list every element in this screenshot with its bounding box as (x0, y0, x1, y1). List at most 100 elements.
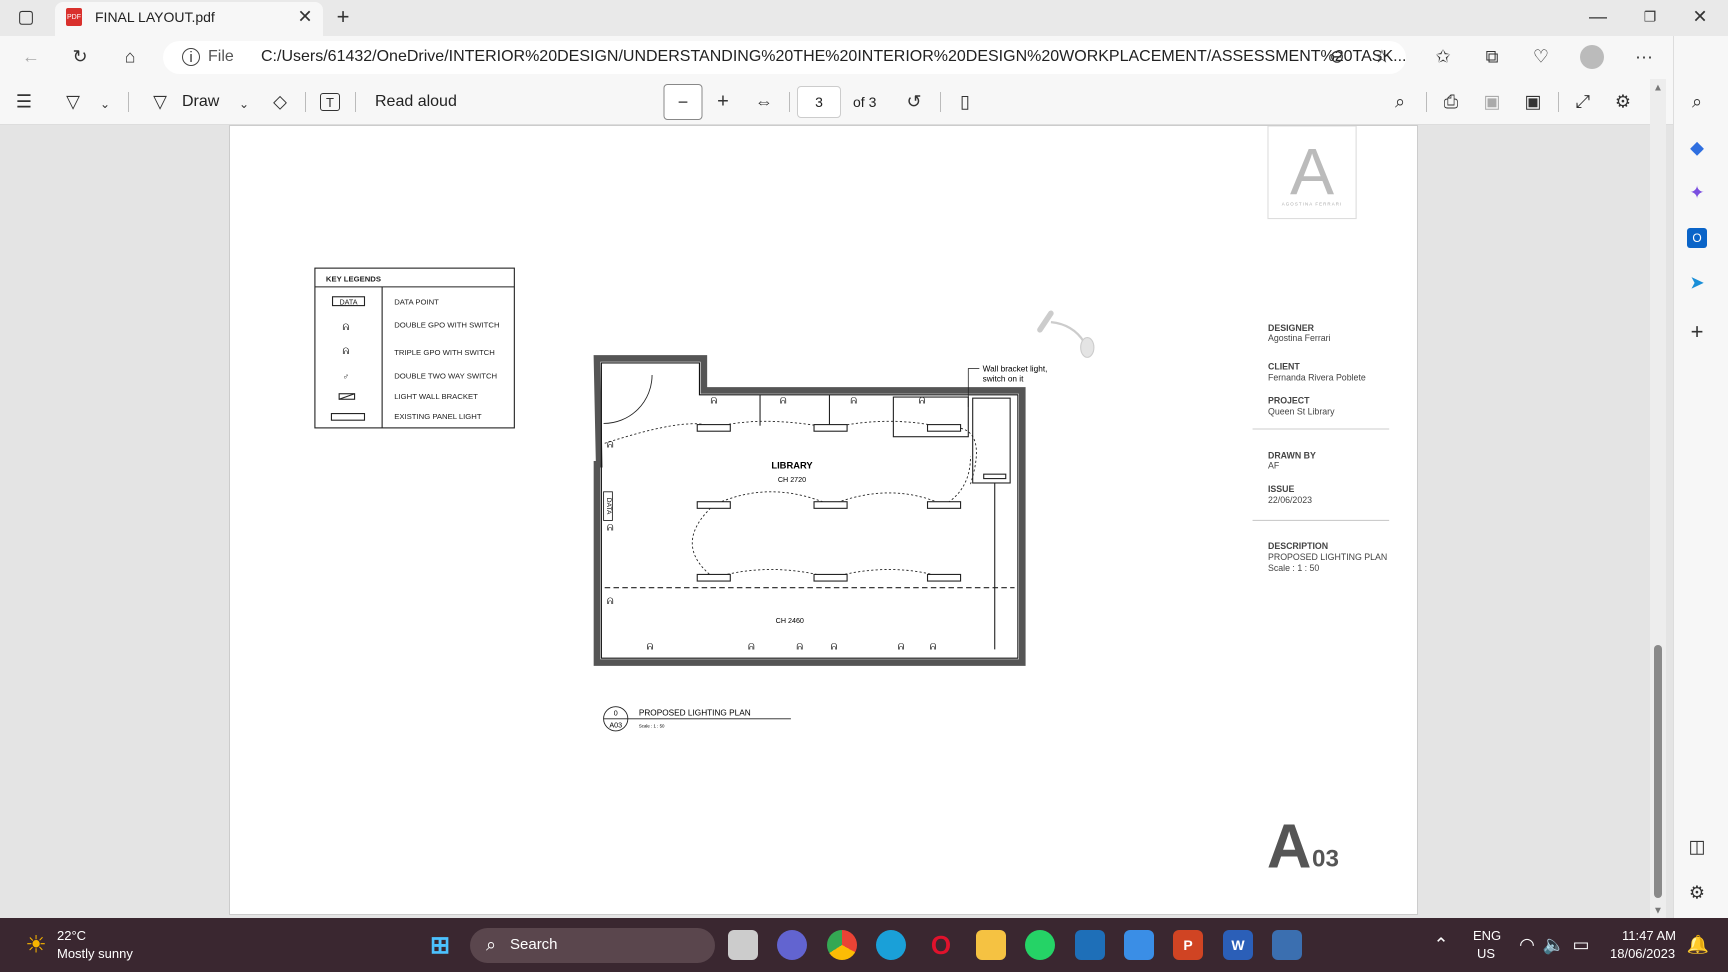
profile-avatar[interactable] (1580, 45, 1604, 69)
draw-icon[interactable]: ▽ (153, 92, 167, 113)
taskbar (0, 918, 1728, 972)
weather-condition[interactable]: Mostly sunny (57, 946, 133, 961)
eraser-icon[interactable]: ◇ (273, 92, 287, 113)
sidebar-search-icon[interactable]: ⌕ (1692, 92, 1702, 113)
page-number-input[interactable]: 3 (797, 86, 841, 118)
battery-icon[interactable]: ▭ (1572, 935, 1589, 956)
scroll-up-icon[interactable]: ▲ (1653, 83, 1663, 94)
notification-bell-icon[interactable]: 🔔 (1687, 935, 1709, 956)
save-as-icon[interactable]: ▣ (1524, 92, 1541, 113)
clock-date[interactable]: 18/06/2023 (1610, 946, 1675, 961)
read-aloud-button[interactable]: Read aloud (375, 93, 457, 111)
scroll-down-icon[interactable]: ▼ (1653, 906, 1663, 917)
pdf-page: A AGOSTINA FERRARI KEY LEGENDS DATA ᕱ ᕱ … (229, 125, 1418, 915)
svg-text:ᕱ: ᕱ (607, 522, 614, 532)
tab-title: FINAL LAYOUT.pdf (95, 9, 215, 25)
floor-plan (593, 355, 1026, 666)
weather-sun-icon[interactable]: ☀ (25, 931, 47, 960)
add-sidebar-app-icon[interactable]: + (1691, 319, 1704, 345)
more-icon[interactable]: ··· (1635, 47, 1653, 68)
back-icon[interactable]: ← (22, 47, 40, 68)
whatsapp-icon[interactable] (1025, 930, 1055, 960)
windows-start-icon[interactable]: ⊞ (425, 930, 455, 960)
paint-icon[interactable] (1124, 930, 1154, 960)
hide-sidebar-icon[interactable]: ◫ (1688, 837, 1705, 858)
taskbar-search[interactable] (470, 928, 715, 963)
legend-item: DATA POINT (394, 297, 439, 306)
highlight-chevron-icon[interactable]: ⌄ (100, 97, 110, 111)
weather-temp[interactable]: 22°C (57, 928, 86, 943)
new-tab-icon[interactable]: + (337, 4, 350, 30)
collections-icon[interactable]: ⧉ (1486, 47, 1499, 68)
word-icon[interactable]: W (1223, 930, 1253, 960)
draw-chevron-icon[interactable]: ⌄ (239, 97, 249, 111)
favorite-star-icon[interactable]: ☆ (1374, 47, 1390, 68)
info-icon[interactable]: i (182, 48, 200, 66)
wall-lamp-image (1037, 310, 1095, 358)
outlook-icon[interactable]: O (1687, 228, 1707, 248)
clock-time[interactable]: 11:47 AM (1622, 928, 1676, 943)
rotate-icon[interactable]: ↺ (906, 92, 921, 113)
favorites-icon[interactable]: ✩ (1435, 47, 1450, 68)
language-primary[interactable]: ENG (1473, 928, 1501, 943)
tab-actions-icon[interactable]: ▢ (17, 7, 34, 28)
description-scale: Scale : 1 : 50 (1268, 563, 1319, 573)
issue-value: 22/06/2023 (1268, 495, 1312, 505)
drawing-title: 0 A03 PROPOSED LIGHTING PLAN Scale : 1 :… (603, 706, 791, 732)
highlight-icon[interactable]: ▽ (66, 92, 80, 113)
refresh-icon[interactable]: ↻ (72, 47, 87, 68)
send-icon[interactable]: ➤ (1689, 273, 1704, 294)
drawing-scale: Scale : 1 : 50 (639, 724, 665, 729)
opera-icon[interactable]: O (926, 930, 956, 960)
text-box-icon[interactable]: T (320, 93, 340, 111)
edge-icon[interactable] (876, 930, 906, 960)
powerpoint-icon[interactable]: P (1173, 930, 1203, 960)
task-view-icon[interactable] (728, 930, 758, 960)
show-hidden-icons[interactable]: ⌃ (1433, 935, 1448, 956)
zoom-in-button[interactable]: + (717, 91, 729, 114)
home-icon[interactable]: ⌂ (125, 47, 136, 68)
logo-letter: A (1290, 135, 1334, 209)
contents-list-icon[interactable]: ☰ (16, 92, 32, 113)
svg-text:ᕱ: ᕱ (919, 396, 926, 406)
close-tab-icon[interactable]: ✕ (297, 7, 312, 28)
search-icon[interactable]: ⌕ (1395, 92, 1405, 113)
panel-light-icon (330, 413, 366, 421)
print-icon[interactable]: ⎙ (1444, 92, 1458, 113)
fit-to-width-icon[interactable]: ⇔ (755, 92, 773, 113)
divider (789, 92, 790, 112)
client-value: Fernanda Rivera Poblete (1268, 373, 1366, 383)
restore-icon[interactable]: ❐ (1644, 9, 1657, 26)
settings-icon[interactable]: ⚙ (1615, 92, 1631, 113)
close-window-icon[interactable]: ✕ (1692, 7, 1707, 28)
copilot-tools-icon[interactable]: ✦ (1689, 183, 1704, 204)
minimize-icon[interactable]: — (1589, 7, 1607, 28)
sidebar-settings-icon[interactable]: ⚙ (1689, 883, 1705, 904)
legend-item: DOUBLE TWO WAY SWITCH (394, 371, 497, 380)
draw-button[interactable]: Draw (182, 93, 219, 111)
page-view-icon[interactable]: ▯ (960, 92, 970, 113)
project-value: Queen St Library (1268, 407, 1335, 417)
layout-app-icon[interactable] (1272, 930, 1302, 960)
fullscreen-icon[interactable]: ⤢ (1576, 92, 1590, 113)
url-text[interactable]: C:/Users/61432/OneDrive/INTERIOR%20DESIG… (261, 48, 1406, 66)
drawing-sheet: A03 (609, 722, 622, 730)
language-secondary[interactable]: US (1477, 946, 1495, 961)
svg-text:ᕱ: ᕱ (607, 596, 614, 606)
sketchup-icon[interactable] (1075, 930, 1105, 960)
volume-icon[interactable]: 🔈 (1543, 935, 1565, 956)
wifi-icon[interactable]: ◠ (1519, 935, 1535, 956)
shopping-tag-icon[interactable]: ◆ (1690, 138, 1704, 159)
double-gpo-icon: ᕱ (342, 322, 349, 332)
teams-chat-icon[interactable] (777, 930, 807, 960)
save-icon[interactable]: ▣ (1483, 92, 1500, 113)
scrollbar-thumb[interactable] (1654, 645, 1662, 898)
file-explorer-icon[interactable] (976, 930, 1006, 960)
zoom-out-icon[interactable]: ⊖ (1329, 47, 1344, 68)
zoom-out-button[interactable]: − (663, 84, 703, 120)
divider (355, 92, 356, 112)
chrome-icon[interactable] (827, 930, 857, 960)
legend-item: LIGHT WALL BRACKET (394, 392, 478, 401)
drawing-name: PROPOSED LIGHTING PLAN (639, 708, 751, 717)
browser-essentials-icon[interactable]: ♡ (1533, 47, 1549, 68)
